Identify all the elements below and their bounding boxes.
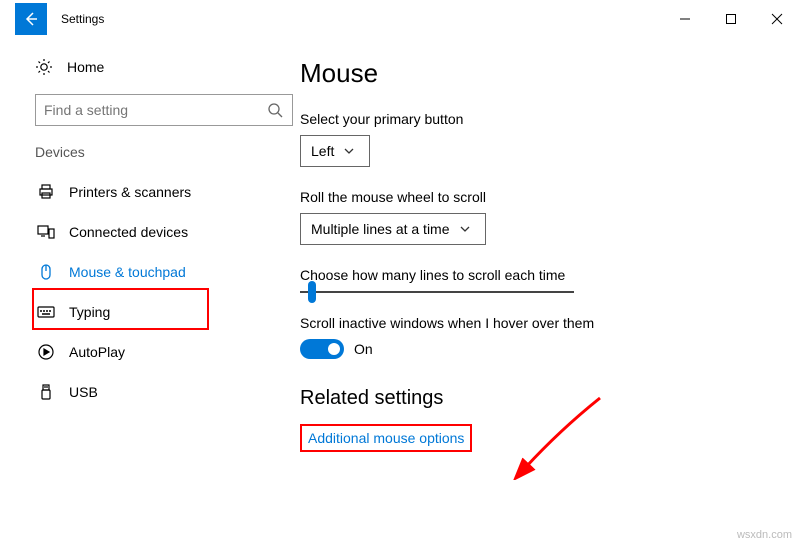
maximize-icon bbox=[725, 13, 737, 25]
maximize-button[interactable] bbox=[708, 3, 754, 35]
related-settings-heading: Related settings bbox=[300, 387, 760, 410]
sidebar-item-label: USB bbox=[69, 384, 98, 400]
sidebar-section-label: Devices bbox=[35, 144, 300, 160]
sidebar-item-label: Printers & scanners bbox=[69, 184, 191, 200]
primary-button-dropdown[interactable]: Left bbox=[300, 135, 370, 167]
slider-thumb[interactable] bbox=[308, 281, 316, 303]
scroll-mode-label: Roll the mouse wheel to scroll bbox=[300, 189, 760, 205]
sidebar-item-autoplay[interactable]: AutoPlay bbox=[35, 332, 300, 372]
arrow-left-icon bbox=[23, 11, 39, 27]
inactive-hover-label: Scroll inactive windows when I hover ove… bbox=[300, 315, 760, 331]
usb-icon bbox=[37, 383, 55, 401]
sidebar-item-label: Typing bbox=[69, 304, 110, 320]
minimize-button[interactable] bbox=[662, 3, 708, 35]
sidebar-item-mouse[interactable]: Mouse & touchpad bbox=[35, 252, 300, 292]
sidebar-item-connected[interactable]: Connected devices bbox=[35, 212, 300, 252]
sidebar-item-typing[interactable]: Typing bbox=[35, 292, 300, 332]
sidebar-item-printers[interactable]: Printers & scanners bbox=[35, 172, 300, 212]
mouse-icon bbox=[37, 263, 55, 281]
printer-icon bbox=[37, 183, 55, 201]
page-title: Mouse bbox=[300, 58, 760, 89]
sidebar-item-label: Mouse & touchpad bbox=[69, 264, 186, 280]
home-nav-item[interactable]: Home bbox=[35, 48, 300, 86]
sidebar-item-label: Connected devices bbox=[69, 224, 188, 240]
primary-button-label: Select your primary button bbox=[300, 111, 760, 127]
sidebar: Home Devices Printers & scanners Connect… bbox=[0, 38, 300, 452]
lines-slider[interactable] bbox=[300, 291, 574, 293]
title-bar: Settings bbox=[0, 0, 800, 38]
dropdown-value: Left bbox=[311, 143, 334, 159]
autoplay-icon bbox=[37, 343, 55, 361]
annotation-highlight: Additional mouse options bbox=[300, 424, 472, 452]
watermark: wsxdn.com bbox=[737, 529, 792, 541]
gear-icon bbox=[35, 58, 53, 76]
close-icon bbox=[771, 13, 783, 25]
inactive-hover-toggle[interactable] bbox=[300, 339, 344, 359]
main-content: Mouse Select your primary button Left Ro… bbox=[300, 38, 800, 452]
keyboard-icon bbox=[37, 303, 55, 321]
search-box[interactable] bbox=[35, 94, 293, 126]
minimize-icon bbox=[679, 13, 691, 25]
sidebar-item-usb[interactable]: USB bbox=[35, 372, 300, 412]
window-controls bbox=[662, 3, 800, 35]
chevron-down-icon bbox=[460, 226, 470, 232]
toggle-state-label: On bbox=[354, 341, 373, 357]
app-title: Settings bbox=[61, 12, 104, 26]
chevron-down-icon bbox=[344, 148, 354, 154]
close-button[interactable] bbox=[754, 3, 800, 35]
dropdown-value: Multiple lines at a time bbox=[311, 221, 450, 237]
additional-mouse-options-link[interactable]: Additional mouse options bbox=[308, 430, 464, 446]
devices-icon bbox=[37, 223, 55, 241]
search-input[interactable] bbox=[44, 102, 266, 118]
sidebar-item-label: AutoPlay bbox=[69, 344, 125, 360]
search-icon bbox=[266, 101, 284, 119]
scroll-mode-dropdown[interactable]: Multiple lines at a time bbox=[300, 213, 486, 245]
home-label: Home bbox=[67, 59, 104, 75]
back-button[interactable] bbox=[15, 3, 47, 35]
lines-label: Choose how many lines to scroll each tim… bbox=[300, 267, 760, 283]
